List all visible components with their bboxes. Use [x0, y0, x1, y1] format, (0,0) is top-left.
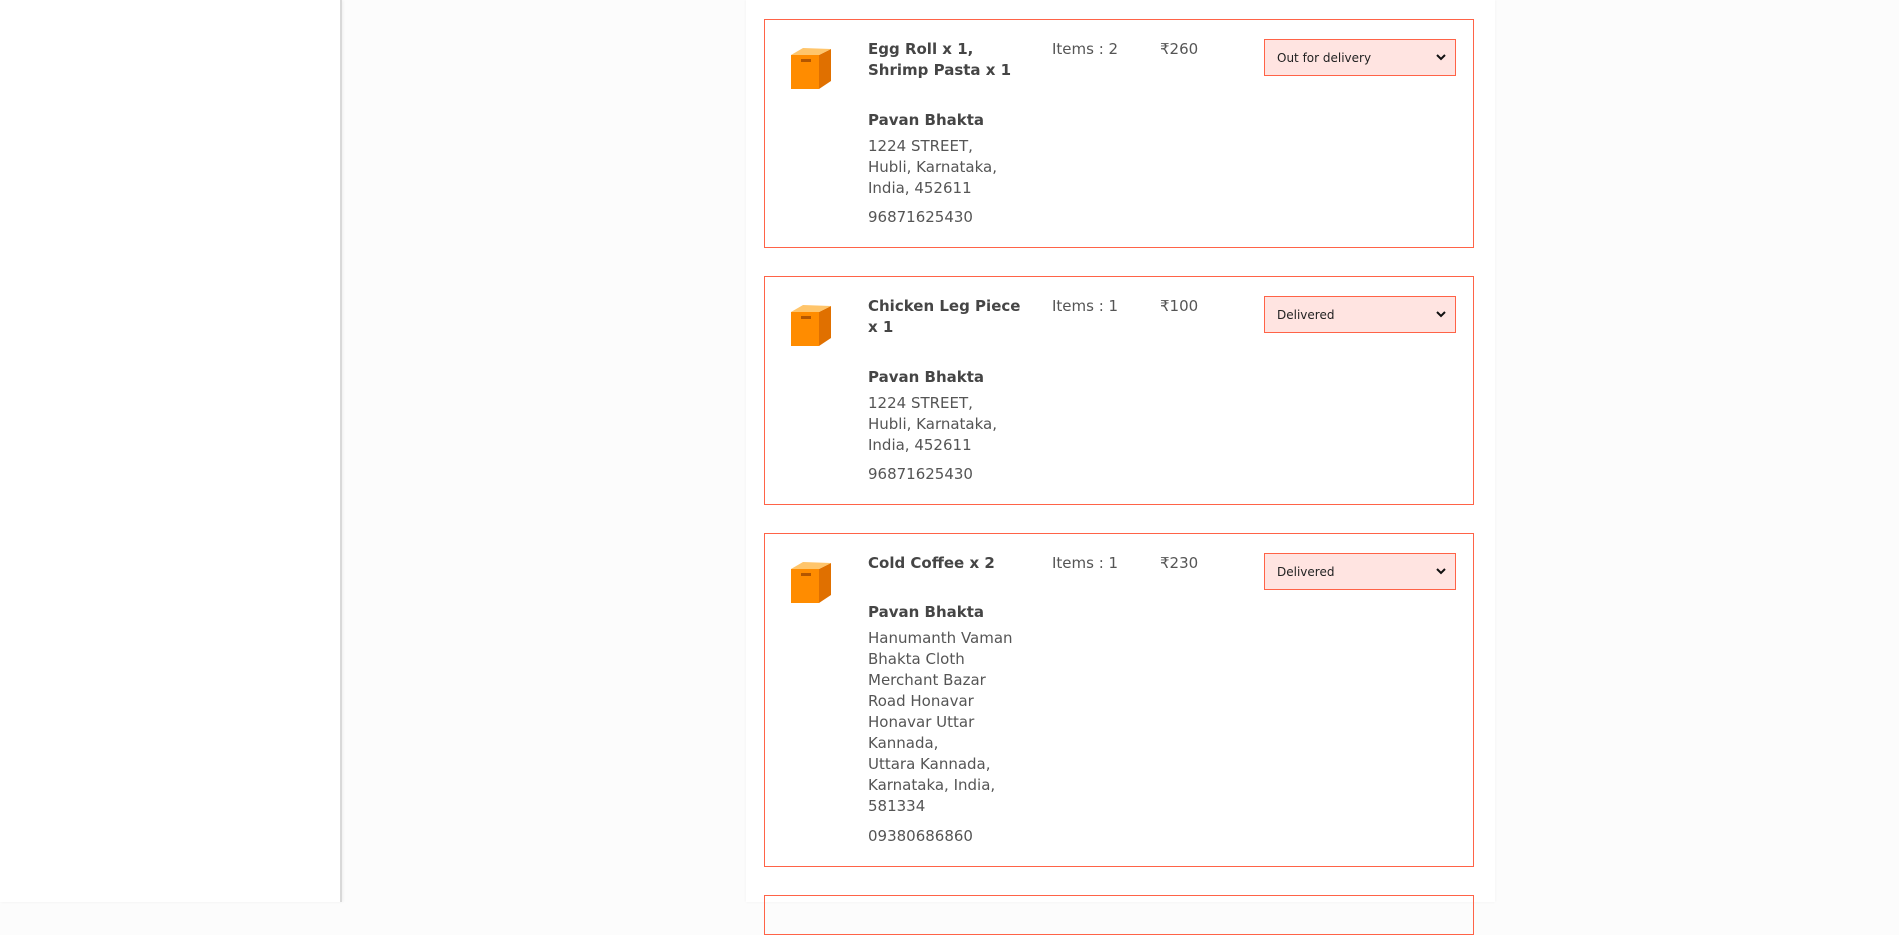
address-line: India, 452611 — [868, 179, 972, 197]
order-items-text: Egg Roll x 1, Shrimp Pasta x 1 — [868, 40, 1012, 79]
customer-address: 1224 STREET, Hubli, Karnataka, India, 45… — [868, 393, 1028, 456]
items-count: Items : 1 — [1052, 297, 1119, 315]
box-icon — [791, 305, 831, 346]
items-count: Items : 1 — [1052, 554, 1119, 572]
status-select-value: Delivered — [1277, 564, 1335, 579]
chevron-down-icon — [1436, 311, 1446, 318]
address-line: 1224 STREET, — [868, 137, 973, 155]
order-card — [764, 895, 1474, 935]
customer-address: 1224 STREET, Hubli, Karnataka, India, 45… — [868, 136, 1028, 199]
address-line: Hanumanth Vaman Bhakta Cloth Merchant Ba… — [868, 629, 1013, 752]
address-line: Hubli, Karnataka, — [868, 158, 998, 176]
address-line: Hubli, Karnataka, — [868, 415, 998, 433]
address-line: 581334 — [868, 797, 926, 815]
box-icon — [791, 48, 831, 89]
chevron-down-icon — [1436, 54, 1446, 61]
order-card: Chicken Leg Piece x 1 Items : 1 ₹100 Del… — [764, 276, 1474, 505]
chevron-down-icon — [1436, 568, 1446, 575]
status-select-value: Out for delivery — [1277, 50, 1372, 65]
status-select-value: Delivered — [1277, 307, 1335, 322]
order-amount: ₹230 — [1160, 554, 1199, 572]
customer-phone: 96871625430 — [868, 465, 973, 483]
address-line: Uttara Kannada, Karnataka, India, — [868, 755, 996, 794]
status-select[interactable]: Delivered — [1264, 296, 1456, 333]
customer-name: Pavan Bhakta — [868, 368, 985, 386]
customer-phone: 96871625430 — [868, 208, 973, 226]
status-select[interactable]: Delivered — [1264, 553, 1456, 590]
order-amount: ₹100 — [1160, 297, 1199, 315]
order-card: Egg Roll x 1, Shrimp Pasta x 1 Items : 2… — [764, 19, 1474, 248]
orders-panel: Egg Roll x 1, Shrimp Pasta x 1 Items : 2… — [746, 0, 1495, 935]
customer-address: Hanumanth Vaman Bhakta Cloth Merchant Ba… — [868, 628, 1028, 817]
address-line: 1224 STREET, — [868, 394, 973, 412]
items-count: Items : 2 — [1052, 40, 1119, 58]
box-icon — [791, 562, 831, 603]
customer-phone: 09380686860 — [868, 827, 973, 845]
address-line: India, 452611 — [868, 436, 972, 454]
status-select[interactable]: Out for delivery — [1264, 39, 1456, 76]
customer-name: Pavan Bhakta — [868, 603, 985, 621]
order-items-text: Chicken Leg Piece x 1 — [868, 297, 1021, 336]
order-amount: ₹260 — [1160, 40, 1199, 58]
order-items-text: Cold Coffee x 2 — [868, 554, 995, 572]
customer-name: Pavan Bhakta — [868, 111, 985, 129]
order-card: Cold Coffee x 2 Items : 1 ₹230 Delivered… — [764, 533, 1474, 867]
sidebar — [0, 0, 342, 902]
